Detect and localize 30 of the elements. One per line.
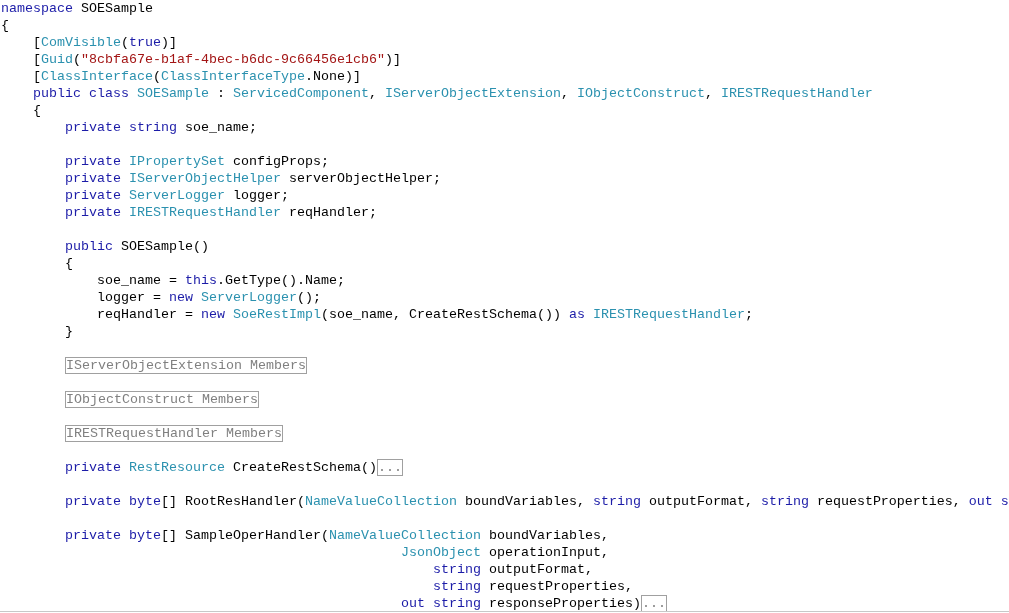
code-line: { (65, 256, 73, 271)
code-line: public SOESample() (65, 239, 209, 254)
collapsed-code-button[interactable]: IObjectConstruct Members (65, 391, 259, 408)
code-line: [ComVisible(true)] (33, 35, 177, 50)
collapsed-code-button[interactable]: IServerObjectExtension Members (65, 357, 307, 374)
code-line: [Guid("8cbfa67e-b1af-4bec-b6dc-9c66456e1cb6")] (33, 52, 401, 67)
code-line: logger = new ServerLogger(); (97, 290, 321, 305)
code-line: { (33, 103, 41, 118)
code-line: namespace SOESample (1, 1, 153, 16)
code-line: private byte[] SampleOperHandler(NameValueCollection boundVariables, (65, 528, 609, 543)
collapsed-code-button[interactable]: ... (640, 595, 667, 611)
code-line: reqHandler = new SoeRestImpl(soe_name, CreateRestSchema()) as IRESTRequestHandler; (97, 307, 753, 322)
collapsed-code-button[interactable]: ... (376, 459, 403, 476)
code-line: private IPropertySet configProps; (65, 154, 329, 169)
code-line: private string soe_name; (65, 120, 257, 135)
code-line: string outputFormat, (433, 562, 593, 577)
code-line: out string responseProperties) (401, 596, 641, 611)
code-line: private ServerLogger logger; (65, 188, 289, 203)
code-line: JsonObject operationInput, (401, 545, 609, 560)
code-line: { (1, 18, 9, 33)
code-line: public class SOESample : ServicedComponent, IServerObjectExtension, IObjectConstruct, IRESTRequestHandler (33, 86, 873, 101)
code-line: string requestProperties, (433, 579, 633, 594)
code-line: [ClassInterface(ClassInterfaceType.None)] (33, 69, 361, 84)
code-line: private IRESTRequestHandler reqHandler; (65, 205, 377, 220)
collapsed-code-button[interactable]: IRESTRequestHandler Members (65, 425, 283, 442)
code-line: private IServerObjectHelper serverObjectHelper; (65, 171, 441, 186)
code-line: } (65, 324, 73, 339)
code-line: private RestResource CreateRestSchema() (65, 460, 377, 475)
code-line: private byte[] RootResHandler(NameValueCollection boundVariables, string outputFormat, string requestProperties, out s (65, 494, 1009, 509)
code-line: soe_name = this.GetType().Name; (97, 273, 345, 288)
